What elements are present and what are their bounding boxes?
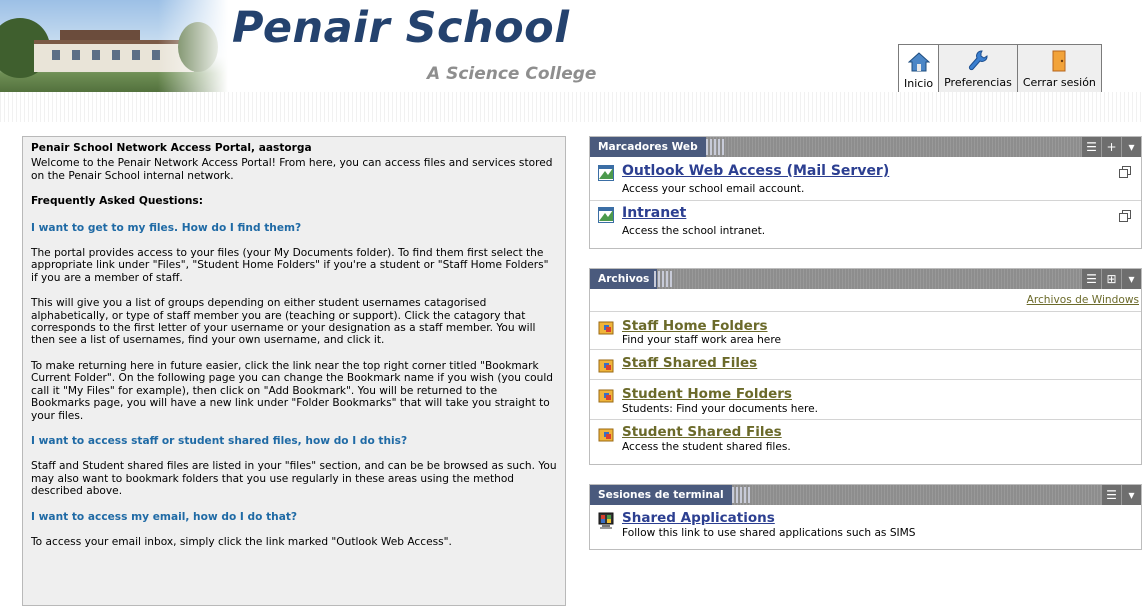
bookmark-link-intranet[interactable]: Intranet <box>622 205 686 221</box>
files-panel: Archivos ☰ ⊞ ▾ Archivos de Windows Staff… <box>589 268 1142 465</box>
file-item-staff-shared[interactable]: Staff Shared Files <box>590 350 1141 380</box>
files-panel-header: Archivos ☰ ⊞ ▾ <box>590 269 1141 289</box>
terminal-panel-title: Sesiones de terminal <box>590 485 732 505</box>
home-button[interactable]: Inicio <box>898 44 939 93</box>
network-folder-icon <box>598 357 614 377</box>
panel-controls: ☰ + ▾ <box>1081 137 1141 157</box>
faq-question-shared: I want to access staff or student shared… <box>31 434 408 447</box>
top-toolbar: Inicio Preferencias Cerrar sesión <box>898 44 1102 94</box>
collapse-icon[interactable]: ▾ <box>1121 269 1141 289</box>
open-new-window-icon[interactable] <box>1119 207 1131 226</box>
panel-controls: ☰ ⊞ ▾ <box>1081 269 1141 289</box>
drag-handle[interactable] <box>654 271 672 287</box>
file-item-student-home[interactable]: Student Home Folders Students: Find your… <box>590 380 1141 420</box>
terminal-desc: Follow this link to use shared applicati… <box>622 527 916 539</box>
faq-answer-shared: Staff and Student shared files are liste… <box>31 460 557 498</box>
collapse-icon[interactable]: ▾ <box>1121 137 1141 157</box>
faq-answer-files-1: The portal provides access to your files… <box>31 247 549 284</box>
file-desc: Students: Find your documents here. <box>622 403 818 415</box>
file-item-staff-home[interactable]: Staff Home Folders Find your staff work … <box>590 312 1141 350</box>
bookmark-desc: Access your school email account. <box>622 183 805 195</box>
terminal-link[interactable]: Shared Applications <box>622 510 775 526</box>
drag-handle[interactable] <box>706 139 724 155</box>
logout-button[interactable]: Cerrar sesión <box>1016 44 1102 93</box>
faq-heading: Frequently Asked Questions: <box>31 195 203 208</box>
bookmark-item-outlook[interactable]: Outlook Web Access (Mail Server) Access … <box>590 157 1141 201</box>
web-link-icon <box>598 165 614 185</box>
preferences-button[interactable]: Preferencias <box>938 44 1017 93</box>
welcome-panel: Penair School Network Access Portal, aas… <box>22 136 566 606</box>
faq-question-files: I want to get to my files. How do I find… <box>31 221 302 234</box>
faq-answer-files-3: To make returning here in future easier,… <box>31 359 554 422</box>
header-divider <box>0 92 1143 122</box>
panel-controls: ☰ ▾ <box>1101 485 1141 505</box>
file-link[interactable]: Staff Home Folders <box>622 318 768 334</box>
open-new-window-icon[interactable] <box>1119 163 1131 182</box>
faq-answer-files-2: This will give you a list of groups depe… <box>31 297 536 347</box>
windows-files-link[interactable]: Archivos de Windows <box>590 289 1141 312</box>
web-link-icon <box>598 207 614 227</box>
school-photo <box>0 0 228 94</box>
file-item-student-shared[interactable]: Student Shared Files Access the student … <box>590 420 1141 460</box>
welcome-intro: Welcome to the Penair Network Access Por… <box>31 157 553 182</box>
door-exit-icon <box>1051 48 1067 74</box>
add-icon[interactable]: + <box>1101 137 1121 157</box>
bookmarks-panel: Marcadores Web ☰ + ▾ Outlook Web Access … <box>589 136 1142 249</box>
terminal-app-icon <box>598 512 614 534</box>
network-folder-icon <box>598 319 614 339</box>
bookmark-item-intranet[interactable]: Intranet Access the school intranet. <box>590 201 1141 246</box>
home-icon <box>907 49 930 75</box>
wrench-icon <box>968 48 988 74</box>
terminal-item-shared-apps[interactable]: Shared Applications Follow this link to … <box>590 505 1141 549</box>
school-subtitle: A Science College <box>427 64 597 84</box>
bookmark-desc: Access the school intranet. <box>622 225 766 237</box>
file-link[interactable]: Student Shared Files <box>622 424 782 440</box>
network-folder-icon <box>598 426 614 446</box>
faq-question-email: I want to access my email, how do I do t… <box>31 510 298 523</box>
list-view-icon[interactable]: ☰ <box>1081 269 1101 289</box>
bookmarks-panel-header: Marcadores Web ☰ + ▾ <box>590 137 1141 157</box>
file-desc: Access the student shared files. <box>622 441 791 453</box>
add-grid-icon[interactable]: ⊞ <box>1101 269 1121 289</box>
network-folder-icon <box>598 387 614 407</box>
list-view-icon[interactable]: ☰ <box>1081 137 1101 157</box>
collapse-icon[interactable]: ▾ <box>1121 485 1141 505</box>
file-link[interactable]: Student Home Folders <box>622 386 792 402</box>
files-panel-title: Archivos <box>590 269 658 289</box>
file-desc: Find your staff work area here <box>622 334 781 346</box>
page-header: Penair School A Science College Inicio P… <box>0 0 1143 100</box>
drag-handle[interactable] <box>732 487 750 503</box>
list-view-icon[interactable]: ☰ <box>1101 485 1121 505</box>
school-name: Penair School <box>232 3 570 53</box>
terminal-panel-header: Sesiones de terminal ☰ ▾ <box>590 485 1141 505</box>
faq-answer-email: To access your email inbox, simply click… <box>31 535 452 548</box>
welcome-title: Penair School Network Access Portal, aas… <box>31 142 312 154</box>
terminal-sessions-panel: Sesiones de terminal ☰ ▾ Shared Applicat… <box>589 484 1142 550</box>
bookmark-link-outlook[interactable]: Outlook Web Access (Mail Server) <box>622 163 889 179</box>
file-link[interactable]: Staff Shared Files <box>622 355 757 371</box>
bookmarks-panel-title: Marcadores Web <box>590 137 706 157</box>
